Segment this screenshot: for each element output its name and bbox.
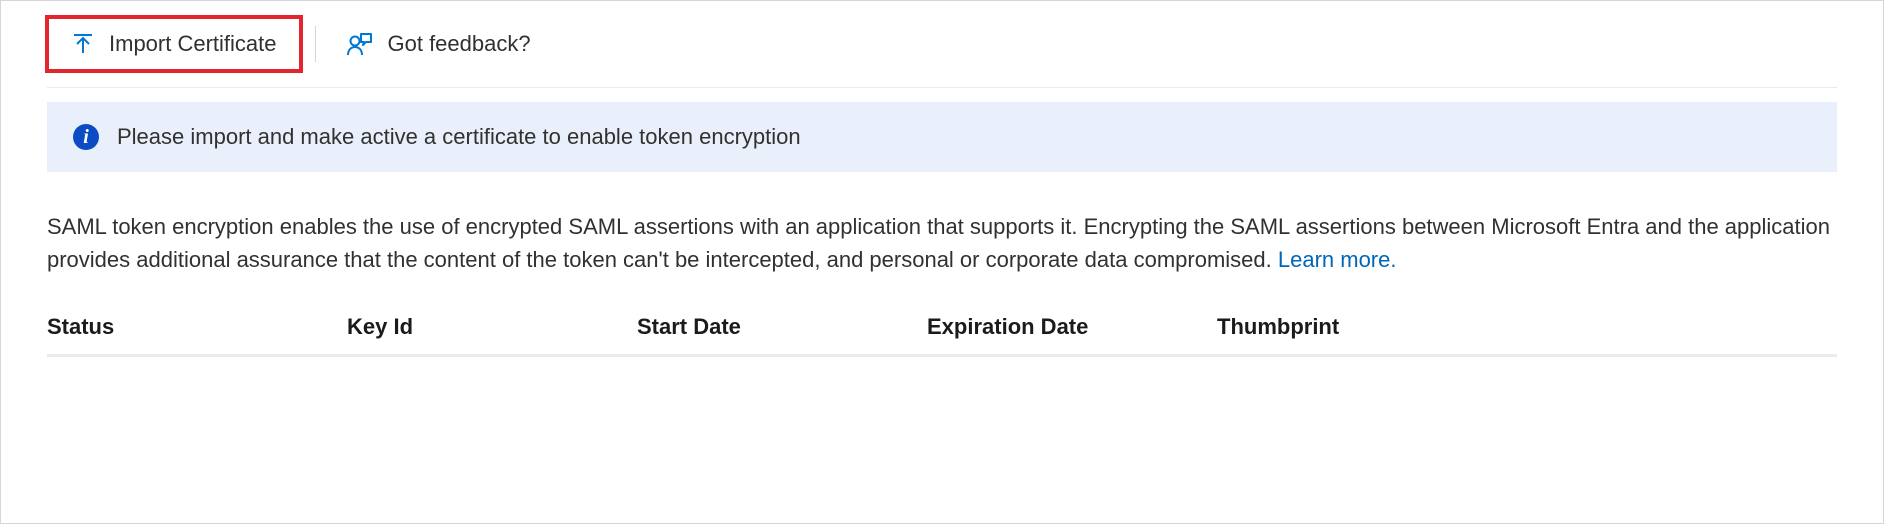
content-area: i Please import and make active a certif…	[1, 88, 1883, 357]
info-icon: i	[73, 124, 99, 150]
certificates-table-header: Status Key Id Start Date Expiration Date…	[47, 314, 1837, 357]
feedback-person-icon	[346, 30, 374, 58]
column-header-start-date: Start Date	[637, 314, 927, 340]
description-body: SAML token encryption enables the use of…	[47, 214, 1830, 272]
import-certificate-label: Import Certificate	[109, 31, 277, 57]
column-header-key-id: Key Id	[347, 314, 637, 340]
toolbar-separator	[315, 26, 316, 62]
import-certificate-highlight: Import Certificate	[45, 15, 303, 73]
description-text: SAML token encryption enables the use of…	[47, 210, 1837, 276]
feedback-button[interactable]: Got feedback?	[328, 20, 549, 68]
token-encryption-panel: Import Certificate Got feedback? i Pleas…	[0, 0, 1884, 524]
learn-more-link[interactable]: Learn more.	[1278, 247, 1397, 272]
info-message-box: i Please import and make active a certif…	[47, 102, 1837, 172]
column-header-status: Status	[47, 314, 347, 340]
column-header-thumbprint: Thumbprint	[1217, 314, 1837, 340]
import-certificate-button[interactable]: Import Certificate	[53, 21, 295, 67]
command-bar: Import Certificate Got feedback?	[47, 1, 1837, 88]
column-header-expiration-date: Expiration Date	[927, 314, 1217, 340]
info-message-text: Please import and make active a certific…	[117, 124, 801, 150]
feedback-label: Got feedback?	[388, 31, 531, 57]
upload-arrow-icon	[71, 32, 95, 56]
